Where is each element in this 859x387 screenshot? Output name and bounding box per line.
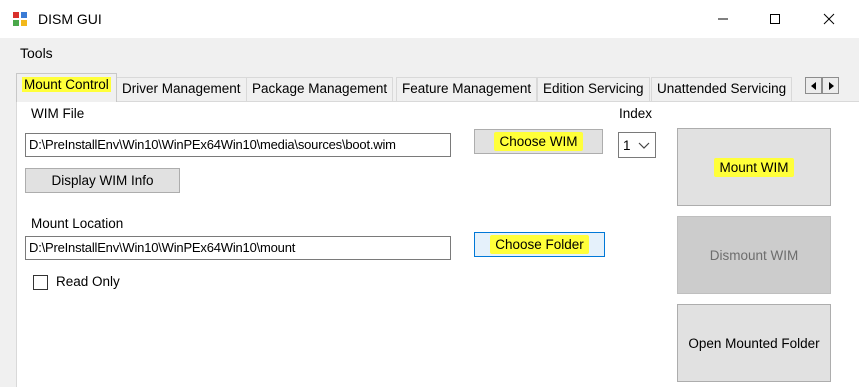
tab-edition-servicing[interactable]: Edition Servicing xyxy=(537,77,650,101)
chevron-down-icon xyxy=(638,142,650,149)
dismount-wim-button[interactable]: Dismount WIM xyxy=(677,216,831,294)
tab-feature-management[interactable]: Feature Management xyxy=(396,77,538,101)
read-only-checkbox[interactable] xyxy=(33,275,48,290)
tab-label: Unattended Servicing xyxy=(657,81,787,96)
tab-mount-control[interactable]: Mount Control xyxy=(16,73,117,102)
tab-package-management[interactable]: Package Management xyxy=(246,77,394,101)
minimize-button[interactable] xyxy=(700,0,746,38)
index-value: 1 xyxy=(623,137,631,153)
close-button[interactable] xyxy=(806,0,852,38)
display-wim-info-label: Display WIM Info xyxy=(51,173,154,188)
open-mounted-folder-button[interactable]: Open Mounted Folder xyxy=(677,304,831,382)
close-icon xyxy=(823,13,835,25)
mount-wim-label: Mount WIM xyxy=(714,157,794,177)
display-wim-info-button[interactable]: Display WIM Info xyxy=(25,168,180,193)
tab-label: Feature Management xyxy=(402,81,532,96)
maximize-button[interactable] xyxy=(752,0,798,38)
tab-unattended-servicing[interactable]: Unattended Servicing xyxy=(651,77,793,101)
wim-file-label: WIM File xyxy=(31,106,85,121)
index-select[interactable]: 1 xyxy=(618,132,656,158)
dismount-wim-label: Dismount WIM xyxy=(709,247,799,263)
open-mounted-folder-label: Open Mounted Folder xyxy=(688,335,820,351)
maximize-icon xyxy=(770,14,780,24)
title-bar: DISM GUI xyxy=(0,0,859,38)
choose-wim-label: Choose WIM xyxy=(494,132,583,151)
triangle-left-icon xyxy=(810,81,816,90)
mount-wim-button[interactable]: Mount WIM xyxy=(677,128,831,206)
choose-folder-label: Choose Folder xyxy=(490,235,589,254)
tab-scroll-left-button[interactable] xyxy=(805,77,822,94)
menu-bar: Tools xyxy=(0,38,859,68)
tab-label: Mount Control xyxy=(22,77,111,92)
tab-label: Package Management xyxy=(252,81,388,96)
choose-folder-button[interactable]: Choose Folder xyxy=(474,232,605,257)
choose-wim-button[interactable]: Choose WIM xyxy=(474,129,603,154)
mount-location-input[interactable]: D:\PreInstallEnv\Win10\WinPEx64Win10\mou… xyxy=(25,236,451,260)
tab-scroll-right-button[interactable] xyxy=(822,77,839,94)
read-only-label: Read Only xyxy=(56,274,120,289)
wim-file-input[interactable]: D:\PreInstallEnv\Win10\WinPEx64Win10\med… xyxy=(25,133,451,157)
tab-label: Driver Management xyxy=(122,81,241,96)
index-label: Index xyxy=(619,106,653,121)
mount-location-label: Mount Location xyxy=(31,216,124,231)
app-icon xyxy=(13,12,27,26)
minimize-icon xyxy=(718,18,728,20)
client-area: Mount Control Driver Management Package … xyxy=(0,68,859,387)
window-title: DISM GUI xyxy=(38,11,102,27)
triangle-right-icon xyxy=(828,81,834,90)
mount-control-page: WIM File D:\PreInstallEnv\Win10\WinPEx64… xyxy=(16,101,859,387)
tab-driver-management[interactable]: Driver Management xyxy=(116,77,247,101)
tab-label: Edition Servicing xyxy=(543,81,644,96)
menu-tools[interactable]: Tools xyxy=(20,45,53,61)
